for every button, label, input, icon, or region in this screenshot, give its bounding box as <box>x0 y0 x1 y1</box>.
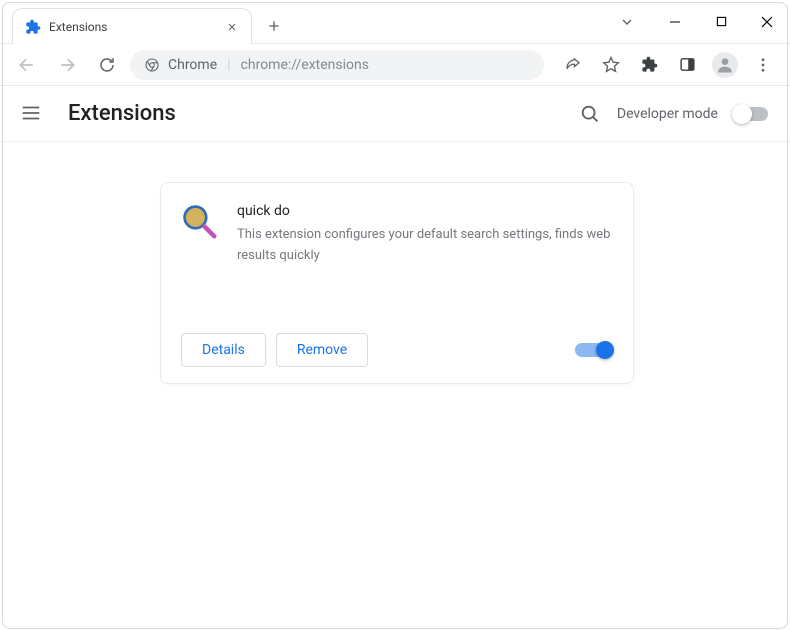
bookmark-star-icon[interactable] <box>594 50 628 80</box>
omnibox-separator: | <box>227 57 230 73</box>
maximize-button[interactable] <box>698 0 744 43</box>
profile-avatar[interactable] <box>708 50 742 80</box>
page-title: Extensions <box>68 101 176 126</box>
share-icon[interactable] <box>556 50 590 80</box>
menu-icon[interactable] <box>20 102 44 126</box>
close-button[interactable] <box>744 0 790 43</box>
tab-close-icon[interactable] <box>225 20 239 34</box>
reload-button[interactable] <box>90 48 124 82</box>
chrome-icon <box>144 57 160 73</box>
side-panel-icon[interactable] <box>670 50 704 80</box>
window-titlebar: Extensions <box>0 0 790 44</box>
developer-mode-toggle[interactable] <box>734 107 770 121</box>
remove-button[interactable]: Remove <box>276 333 368 367</box>
tab-strip: Extensions <box>12 8 288 44</box>
page-header: Extensions Developer mode <box>0 86 790 142</box>
tab-search-icon[interactable] <box>610 14 644 30</box>
extension-card: quick do This extension configures your … <box>160 182 634 384</box>
search-icon[interactable] <box>579 103 601 125</box>
extension-logo-icon <box>181 203 217 239</box>
toolbar-actions <box>556 50 780 80</box>
address-bar[interactable]: Chrome | chrome://extensions <box>130 50 544 80</box>
extensions-puzzle-icon[interactable] <box>632 50 666 80</box>
browser-toolbar: Chrome | chrome://extensions <box>0 44 790 86</box>
window-controls <box>652 0 790 43</box>
back-button[interactable] <box>10 48 44 82</box>
extension-puzzle-icon <box>25 19 41 35</box>
new-tab-button[interactable] <box>260 12 288 40</box>
extension-name: quick do <box>237 203 613 219</box>
developer-mode-label: Developer mode <box>617 106 718 122</box>
extensions-grid: quick do This extension configures your … <box>0 142 790 384</box>
tab-title: Extensions <box>49 20 217 34</box>
browser-tab[interactable]: Extensions <box>12 8 252 44</box>
details-button[interactable]: Details <box>181 333 266 367</box>
omnibox-url: chrome://extensions <box>241 57 369 73</box>
minimize-button[interactable] <box>652 0 698 43</box>
extension-description: This extension configures your default s… <box>237 225 613 267</box>
kebab-menu-icon[interactable] <box>746 50 780 80</box>
forward-button[interactable] <box>50 48 84 82</box>
omnibox-scheme: Chrome <box>168 57 217 73</box>
extension-enable-toggle[interactable] <box>575 343 613 357</box>
